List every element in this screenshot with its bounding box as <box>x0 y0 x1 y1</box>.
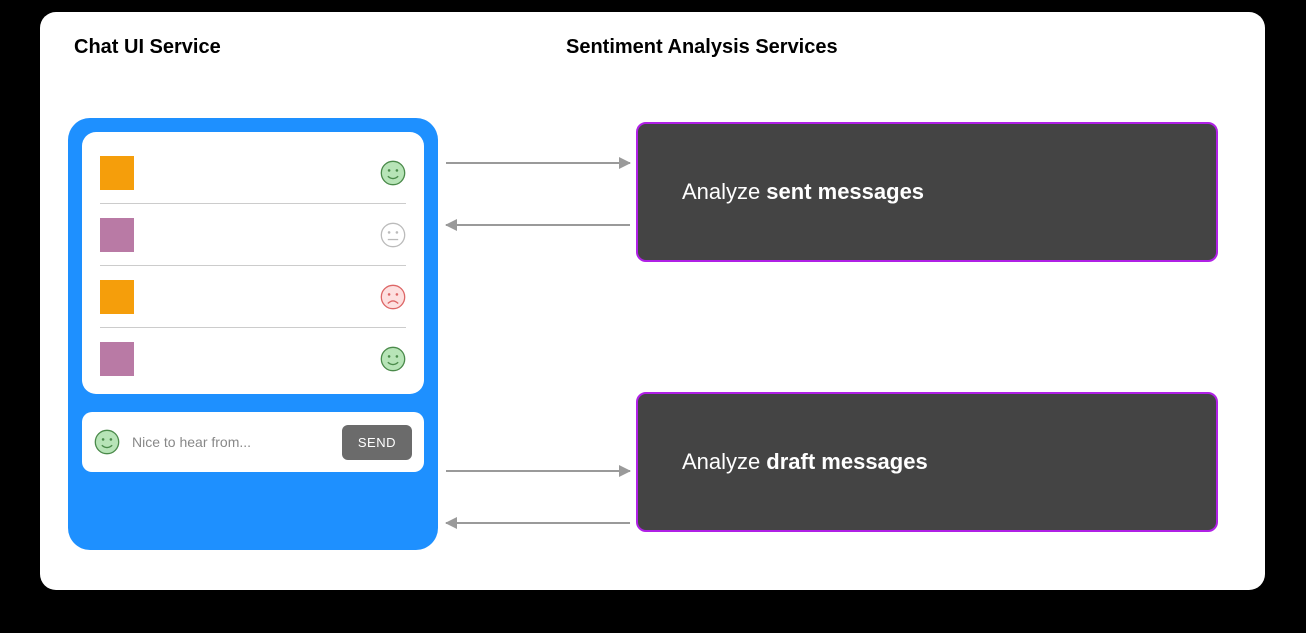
neutral-face-icon <box>380 222 406 248</box>
happy-face-icon <box>380 160 406 186</box>
avatar-icon <box>100 280 134 314</box>
avatar-icon <box>100 156 134 190</box>
service-label-bold: sent messages <box>766 179 924 205</box>
service-label-prefix: Analyze <box>682 449 760 475</box>
chat-ui-panel: Nice to hear from... SEND <box>68 118 438 550</box>
arrow-to-draft-service <box>446 470 630 472</box>
happy-face-icon <box>94 429 120 455</box>
compose-input[interactable]: Nice to hear from... <box>132 434 330 450</box>
arrow-from-sent-service <box>446 224 630 226</box>
avatar-icon <box>100 218 134 252</box>
sentiment-services-title: Sentiment Analysis Services <box>566 36 838 59</box>
message-row <box>100 142 406 204</box>
send-button[interactable]: SEND <box>342 425 412 460</box>
diagram-canvas: Chat UI Service Sentiment Analysis Servi… <box>40 12 1265 590</box>
chat-service-title: Chat UI Service <box>74 36 221 59</box>
arrow-to-sent-service <box>446 162 630 164</box>
message-row <box>100 328 406 390</box>
arrow-from-draft-service <box>446 522 630 524</box>
message-row <box>100 266 406 328</box>
message-list <box>82 132 424 394</box>
service-label-bold: draft messages <box>766 449 927 475</box>
compose-bar: Nice to hear from... SEND <box>82 412 424 472</box>
analyze-sent-service: Analyze sent messages <box>636 122 1218 262</box>
sad-face-icon <box>380 284 406 310</box>
avatar-icon <box>100 342 134 376</box>
analyze-draft-service: Analyze draft messages <box>636 392 1218 532</box>
message-row <box>100 204 406 266</box>
service-label-prefix: Analyze <box>682 179 760 205</box>
happy-face-icon <box>380 346 406 372</box>
